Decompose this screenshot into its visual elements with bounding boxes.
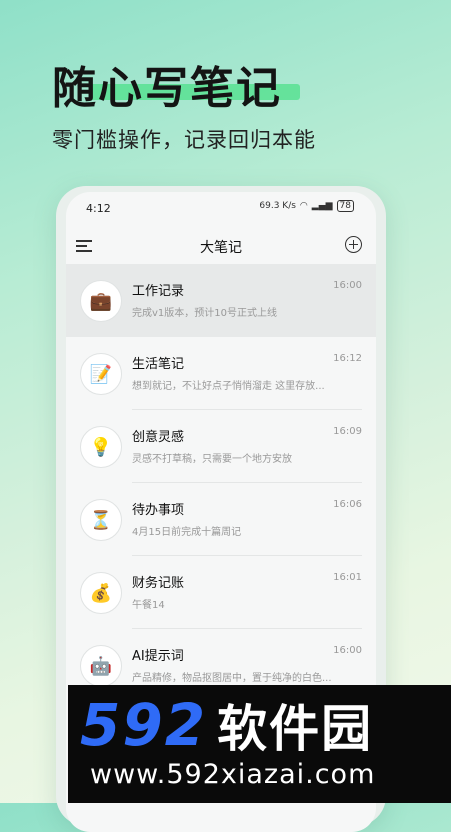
note-title: 创意灵感 xyxy=(132,430,185,445)
note-title: 生活笔记 xyxy=(132,357,185,372)
note-list-item[interactable]: 📝 生活笔记 16:12 想到就记，不让好点子悄悄溜走 这里存放... xyxy=(66,337,376,410)
note-preview: 想到就记，不让好点子悄悄溜走 这里存放... xyxy=(132,381,325,392)
top-nav: 大笔记 xyxy=(66,232,376,262)
note-preview: 午餐14 xyxy=(132,600,165,611)
status-indicators: 69.3 K/s ◠ ▂▄▆ 78 xyxy=(259,200,354,212)
page-title: 大笔记 xyxy=(200,240,242,256)
note-time: 16:00 xyxy=(333,280,362,291)
note-title: AI提示词 xyxy=(132,649,184,664)
note-title: 财务记账 xyxy=(132,576,185,591)
watermark-logo: 592 软件园 xyxy=(80,689,373,761)
note-title: 待办事项 xyxy=(132,503,185,518)
note-preview: 灵感不打草稿，只需要一个地方安放 xyxy=(132,454,292,465)
money-bag-icon: 💰 xyxy=(80,572,122,614)
note-preview: 完成v1版本，预计10号正式上线 xyxy=(132,308,278,319)
note-time: 16:06 xyxy=(333,499,362,510)
status-time: 4:12 xyxy=(86,202,111,215)
signal-icon: ▂▄▆ xyxy=(311,201,333,211)
memo-icon: 📝 xyxy=(80,353,122,395)
watermark-name: 软件园 xyxy=(217,700,374,758)
headline: 随心写笔记 xyxy=(52,63,282,114)
hourglass-icon: ⏳ xyxy=(80,499,122,541)
subline: 零门槛操作，记录回归本能 xyxy=(52,128,316,152)
note-preview: 4月15日前完成十篇周记 xyxy=(132,527,242,538)
network-speed: 69.3 K/s xyxy=(259,201,296,211)
watermark-url: www.592xiazai.com xyxy=(90,759,376,790)
watermark-number: 592 xyxy=(80,691,208,759)
lightbulb-icon: 💡 xyxy=(80,426,122,468)
note-list-item[interactable]: 💡 创意灵感 16:09 灵感不打草稿，只需要一个地方安放 xyxy=(66,410,376,483)
note-time: 16:12 xyxy=(333,353,362,364)
note-title: 工作记录 xyxy=(132,284,185,299)
note-list-item[interactable]: ⏳ 待办事项 16:06 4月15日前完成十篇周记 xyxy=(66,483,376,556)
notes-list: 💼 工作记录 16:00 完成v1版本，预计10号正式上线 📝 生活笔记 16:12 想到就记… xyxy=(66,264,376,702)
wifi-icon: ◠ xyxy=(299,201,308,211)
watermark-banner: 592 软件园 www.592xiazai.com xyxy=(68,685,451,803)
battery-icon: 78 xyxy=(336,200,354,212)
note-time: 16:00 xyxy=(333,645,362,656)
add-note-icon[interactable] xyxy=(345,236,362,253)
note-preview: 产品精修，物品抠图居中，置于纯净的白色... xyxy=(132,673,332,684)
note-time: 16:01 xyxy=(333,572,362,583)
note-time: 16:09 xyxy=(333,426,362,437)
robot-icon: 🤖 xyxy=(80,645,122,687)
note-list-item[interactable]: 💰 财务记账 16:01 午餐14 xyxy=(66,556,376,629)
note-list-item[interactable]: 💼 工作记录 16:00 完成v1版本，预计10号正式上线 xyxy=(66,264,376,337)
briefcase-icon: 💼 xyxy=(80,280,122,322)
